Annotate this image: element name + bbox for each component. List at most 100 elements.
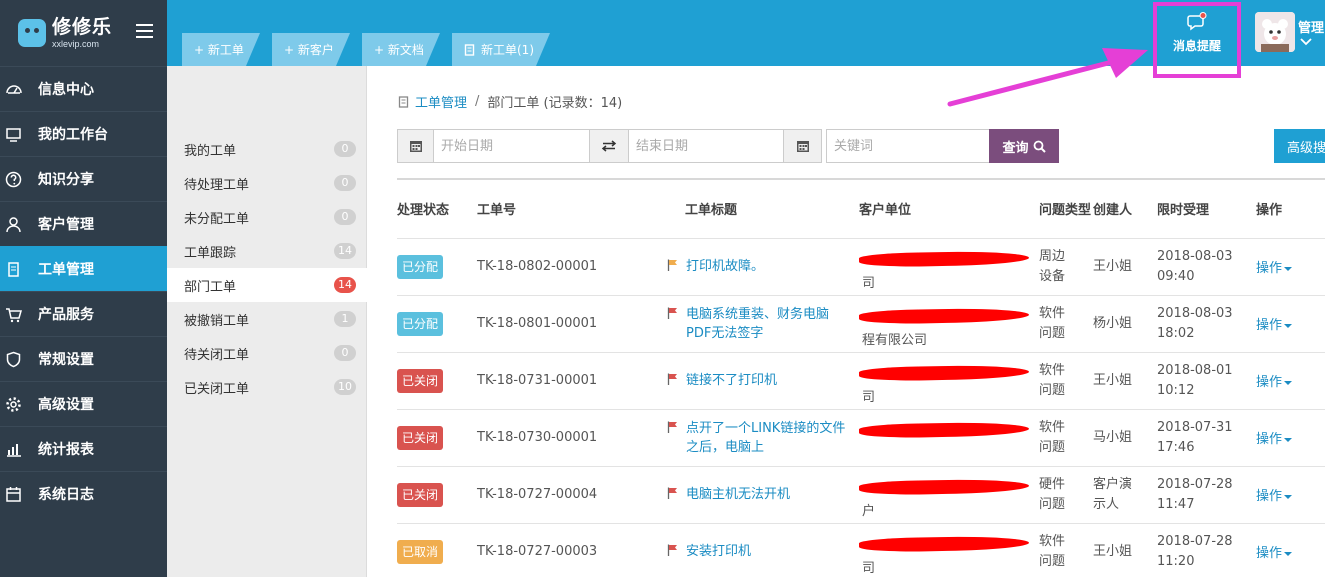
redaction-mark — [858, 535, 1030, 553]
customer-name: 司 — [862, 560, 876, 576]
creator: 杨小姐 — [1093, 315, 1133, 331]
operation-dropdown[interactable]: 操作 — [1256, 432, 1293, 447]
customer-cell: 户 — [858, 465, 1039, 523]
issue-type-cell: 软件问题 — [1039, 522, 1093, 577]
sidebar-item-1[interactable]: 我的工作台 — [0, 111, 167, 156]
ticket-title-link[interactable]: 安装打印机 — [686, 542, 751, 561]
sidebar-item-2[interactable]: 知识分享 — [0, 156, 167, 201]
ticket-number-cell: TK-18-0727-00004 — [477, 465, 657, 523]
tab-label: 新工单(1) — [481, 43, 534, 57]
operation-dropdown[interactable]: 操作 — [1256, 489, 1293, 504]
shield-icon — [6, 351, 21, 367]
caret-down-icon — [1284, 266, 1293, 271]
table-row[interactable]: 已关闭 TK-18-0727-00004 电脑主机无法开机户 硬件问题 客户演示人 201… — [397, 465, 1325, 523]
creator: 马小姐 — [1093, 429, 1133, 445]
category-item-3[interactable]: 工单跟踪 14 — [167, 234, 367, 268]
sidebar-item-0[interactable]: 信息中心 — [0, 66, 167, 111]
operation-dropdown[interactable]: 操作 — [1256, 546, 1293, 562]
ticket-number: TK-18-0802-00001 — [477, 259, 598, 274]
operation-dropdown[interactable]: 操作 — [1256, 375, 1293, 390]
category-item-7[interactable]: 已关闭工单 10 — [167, 370, 367, 404]
customer-cell: 司 — [858, 522, 1039, 577]
table-row[interactable]: 已取消 TK-18-0727-00003 安装打印机司 软件问题 王小姐 2018-07-… — [397, 522, 1325, 577]
sidebar-item-6[interactable]: 常规设置 — [0, 336, 167, 381]
ticket-title-cell: 电脑主机无法开机 — [657, 465, 859, 523]
ticket-title-cell: 电脑系统重装、财务电脑PDF无法签字 — [657, 294, 859, 352]
operation-label: 操作 — [1256, 261, 1283, 276]
operation-dropdown[interactable]: 操作 — [1256, 318, 1293, 333]
sidebar-item-5[interactable]: 产品服务 — [0, 291, 167, 336]
chevron-down-icon[interactable] — [1300, 38, 1312, 46]
monitor-icon — [6, 127, 21, 142]
flag-icon — [667, 259, 677, 271]
ticket-number: TK-18-0731-00001 — [477, 373, 598, 388]
status-badge: 已分配 — [397, 254, 444, 279]
status-badge: 已关闭 — [397, 425, 444, 450]
keyword-input[interactable] — [826, 129, 990, 163]
category-item-0[interactable]: 我的工单 0 — [167, 132, 367, 166]
deadline: 2018-08-03 09:40 — [1157, 248, 1233, 284]
status-cell: 已取消 — [397, 522, 477, 577]
cart-icon — [6, 307, 22, 322]
advanced-search-label: 高级搜 — [1287, 140, 1325, 156]
ticket-title-link[interactable]: 链接不了打印机 — [686, 371, 777, 390]
user-name[interactable]: 管理 — [1298, 17, 1324, 36]
query-button[interactable]: 查询 — [989, 129, 1059, 163]
dashboard-icon — [6, 84, 22, 94]
sidebar-item-9[interactable]: 系统日志 — [0, 471, 167, 516]
tab-new-ticket[interactable]: + 新工单 — [182, 33, 260, 66]
category-label: 我的工单 — [184, 143, 237, 159]
sidebar-item-4[interactable]: 工单管理 — [0, 246, 167, 291]
ticket-title-link[interactable]: 点开了一个LINK链接的文件之后，电脑上 — [686, 419, 851, 457]
table-row[interactable]: 已分配 TK-18-0802-00001 打印机故障。司 周边设备 王小姐 2018-08… — [397, 237, 1325, 295]
ticket-number-cell: TK-18-0731-00001 — [477, 351, 657, 409]
tab-new-customer[interactable]: + 新客户 — [272, 33, 350, 66]
issue-type-cell: 软件问题 — [1039, 351, 1093, 409]
category-item-6[interactable]: 待关闭工单 0 — [167, 336, 367, 370]
advanced-search-button[interactable]: 高级搜 — [1274, 129, 1325, 163]
column-header-6: 限时受理 — [1157, 178, 1256, 238]
ticket-title-cell: 点开了一个LINK链接的文件之后，电脑上 — [657, 408, 859, 466]
breadcrumb-link[interactable]: 工单管理 — [415, 92, 467, 111]
ticket-title-link[interactable]: 电脑主机无法开机 — [686, 485, 790, 504]
status-cell: 已关闭 — [397, 351, 477, 409]
tab-new-ticket-1[interactable]: 新工单(1) — [452, 33, 550, 66]
category-item-5[interactable]: 被撤销工单 1 — [167, 302, 367, 336]
operation-cell: 操作 — [1256, 522, 1325, 577]
tab-label: + 新文档 — [374, 43, 424, 57]
hamburger-menu-icon[interactable] — [136, 24, 153, 38]
status-cell: 已分配 — [397, 237, 477, 295]
creator: 客户演示人 — [1093, 476, 1133, 512]
category-item-2[interactable]: 未分配工单 0 — [167, 200, 367, 234]
end-date-input[interactable] — [628, 129, 784, 163]
operation-dropdown[interactable]: 操作 — [1256, 261, 1293, 276]
operation-label: 操作 — [1256, 375, 1283, 390]
sidebar-item-7[interactable]: 高级设置 — [0, 381, 167, 426]
redaction-mark — [858, 307, 1030, 324]
table-row[interactable]: 已关闭 TK-18-0731-00001 链接不了打印机司 软件问题 王小姐 2018-0… — [397, 351, 1325, 409]
calendar-icon[interactable] — [783, 129, 822, 163]
operation-label: 操作 — [1256, 546, 1283, 562]
issue-type: 软件问题 — [1039, 533, 1066, 569]
issue-type-cell: 软件问题 — [1039, 408, 1093, 466]
calendar-icon[interactable] — [397, 129, 434, 163]
category-item-1[interactable]: 待处理工单 0 — [167, 166, 367, 200]
avatar[interactable] — [1255, 12, 1295, 52]
creator-cell: 马小姐 — [1093, 408, 1157, 466]
ticket-number: TK-18-0727-00004 — [477, 487, 598, 502]
table-row[interactable]: 已关闭 TK-18-0730-00001 点开了一个LINK链接的文件之后，电脑上 软… — [397, 408, 1325, 466]
tab-new-document[interactable]: + 新文档 — [362, 33, 440, 66]
sidebar-item-3[interactable]: 客户管理 — [0, 201, 167, 246]
table-row[interactable]: 已分配 TK-18-0801-00001 电脑系统重装、财务电脑PDF无法签字 程有限… — [397, 294, 1325, 352]
sidebar-item-8[interactable]: 统计报表 — [0, 426, 167, 471]
customer-cell: 司 — [858, 351, 1039, 409]
category-label: 被撤销工单 — [184, 313, 250, 329]
status-cell: 已关闭 — [397, 408, 477, 466]
ticket-title-link[interactable]: 电脑系统重装、财务电脑PDF无法签字 — [686, 305, 851, 343]
ticket-title-link[interactable]: 打印机故障。 — [686, 257, 764, 276]
flag-icon — [667, 421, 677, 433]
category-item-4[interactable]: 部门工单 14 — [167, 268, 367, 302]
customer-name: 司 — [862, 275, 876, 291]
start-date-input[interactable] — [433, 129, 590, 163]
redaction-mark — [858, 478, 1030, 495]
